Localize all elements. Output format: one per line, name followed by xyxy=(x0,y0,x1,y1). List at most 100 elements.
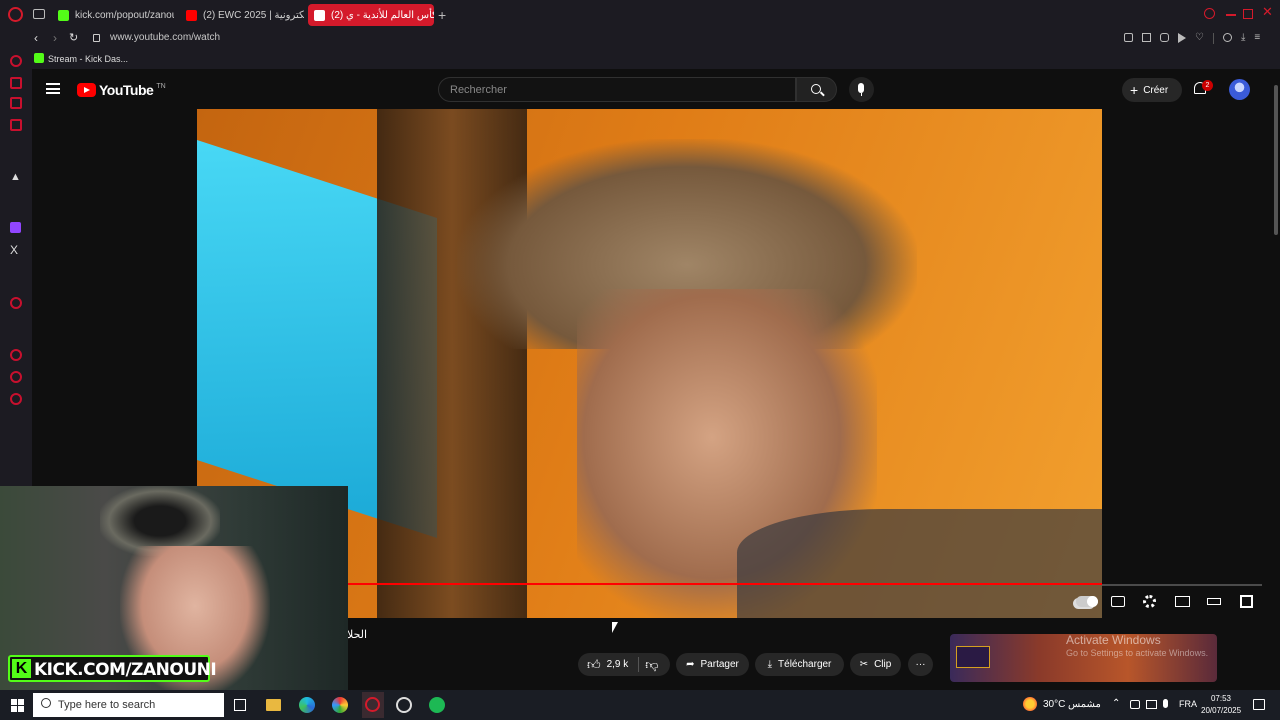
tab-youtube-ewc[interactable]: (2) EWC 2025 | الإلكترونية xyxy=(180,4,304,26)
play-icon[interactable] xyxy=(1178,33,1186,43)
tab-label: kick.com/popout/zanouni xyxy=(75,9,174,21)
notification-center-icon[interactable] xyxy=(1253,699,1265,710)
search-placeholder: Rechercher xyxy=(450,84,507,96)
sidebar-cube-icon[interactable] xyxy=(10,371,22,383)
youtube-favicon-icon xyxy=(314,9,325,21)
weather-condition[interactable]: مشمس xyxy=(1068,699,1101,710)
create-button[interactable]: + Créer xyxy=(1122,78,1182,102)
tab-youtube-active[interactable]: (2) كأس العالم للأندية - ي... xyxy=(308,4,434,26)
windows-start-icon[interactable] xyxy=(11,699,24,712)
miniplayer-icon[interactable] xyxy=(1175,596,1190,607)
language-indicator[interactable]: FRA xyxy=(1179,699,1197,709)
reload-icon[interactable]: ↻ xyxy=(69,31,78,44)
share-button[interactable]: ➦ Partager xyxy=(676,653,749,676)
tab-kick[interactable]: kick.com/popout/zanouni xyxy=(52,4,174,26)
scrollbar-thumb[interactable] xyxy=(1274,85,1278,235)
chrome-icon[interactable] xyxy=(332,697,348,713)
back-icon[interactable]: ‹ xyxy=(34,31,38,45)
account-icon[interactable] xyxy=(1222,33,1232,42)
opera-logo-icon[interactable] xyxy=(8,7,23,22)
sidebar-settings-icon[interactable] xyxy=(10,393,22,405)
captions-icon[interactable] xyxy=(1111,596,1125,607)
sidebar-twitch-icon[interactable] xyxy=(10,222,21,233)
youtube-play-icon xyxy=(77,83,96,97)
clock[interactable]: 07:53 20/07/2025 xyxy=(1201,693,1241,717)
thumbs-up-icon[interactable]: 👍︎ xyxy=(587,657,601,673)
activate-windows-subtitle: Go to Settings to activate Windows. xyxy=(1066,648,1209,658)
game-logo xyxy=(956,646,990,668)
microphone-icon xyxy=(858,83,864,93)
clip-button[interactable]: ✂ Clip xyxy=(850,653,901,676)
thumbs-down-icon[interactable]: 👎︎ xyxy=(645,657,658,673)
kick-banner: K KICK.COM/ZANOUNI xyxy=(8,655,217,682)
share-icon: ➦ xyxy=(686,659,695,670)
kick-bookmark-icon xyxy=(34,53,44,63)
heart-icon[interactable]: ♡ xyxy=(1195,33,1204,44)
bookmark-item[interactable]: Stream - Kick Das... xyxy=(48,54,128,64)
create-label: Créer xyxy=(1143,84,1169,96)
onedrive-icon[interactable] xyxy=(1130,700,1140,709)
settings-gear-icon[interactable] xyxy=(1143,595,1156,608)
sidebar-wallet-icon[interactable] xyxy=(10,77,22,89)
sidebar-messenger-icon[interactable] xyxy=(10,97,22,109)
network-icon[interactable] xyxy=(1146,700,1157,709)
tray-chevron-icon[interactable]: ⌃ xyxy=(1112,698,1120,709)
clip-label: Clip xyxy=(874,659,892,670)
taskbar-search-input[interactable]: Type here to search xyxy=(33,693,224,717)
edge-icon[interactable] xyxy=(299,697,315,713)
fullscreen-icon[interactable] xyxy=(1240,595,1253,608)
like-dislike-group: 👍︎ 2,9 k 👎︎ xyxy=(578,653,670,676)
search-button[interactable] xyxy=(796,77,837,102)
browser-tab-bar: kick.com/popout/zanouni (2) EWC 2025 | ا… xyxy=(0,0,1280,29)
weather-sun-icon[interactable] xyxy=(1023,697,1037,711)
progress-bar[interactable] xyxy=(348,583,1102,585)
download-button[interactable]: ⤓ Télécharger xyxy=(755,653,844,676)
menu-icon[interactable]: ≡ xyxy=(1254,33,1260,44)
sidebar-clock-icon[interactable] xyxy=(10,349,22,361)
maximize-icon[interactable] xyxy=(1243,9,1253,19)
close-window-icon[interactable]: ✕ xyxy=(1262,4,1273,20)
sidebar-player-icon[interactable] xyxy=(10,119,22,131)
shield-icon[interactable] xyxy=(1160,33,1169,42)
buffer-track xyxy=(1102,584,1262,586)
pin-icon[interactable] xyxy=(1124,33,1133,42)
download-icon[interactable]: ⤓ xyxy=(1241,33,1245,44)
taskbar-search-placeholder: Type here to search xyxy=(58,699,156,711)
kick-url: KICK.COM/ZANOUNI xyxy=(34,660,217,680)
opera-taskbar-active[interactable] xyxy=(362,692,384,718)
sidebar-history-icon[interactable] xyxy=(10,55,22,67)
search-input[interactable]: Rechercher xyxy=(438,77,796,102)
obs-icon[interactable] xyxy=(396,697,412,713)
forward-icon[interactable]: › xyxy=(53,31,57,45)
sidebar-video-icon[interactable] xyxy=(10,297,22,309)
new-tab-button[interactable]: + xyxy=(438,7,446,23)
sidebar-x-icon[interactable]: X xyxy=(10,243,18,257)
url-text[interactable]: www.youtube.com/watch xyxy=(110,32,220,43)
minimize-icon[interactable] xyxy=(1226,14,1236,16)
voice-search-button[interactable] xyxy=(849,77,874,102)
microphone-icon[interactable] xyxy=(1163,699,1168,708)
avatar[interactable] xyxy=(1229,79,1250,100)
divider xyxy=(1212,33,1214,44)
sidebar-aria-icon[interactable]: ▲ xyxy=(10,171,21,183)
theater-mode-icon[interactable] xyxy=(1207,598,1221,605)
page-scrollbar[interactable] xyxy=(1272,69,1280,690)
snapshot-icon[interactable] xyxy=(1142,33,1151,42)
weather-temp[interactable]: 30°C xyxy=(1043,699,1065,710)
youtube-logo[interactable]: YouTube TN xyxy=(77,82,166,98)
youtube-header: YouTube TN Rechercher + Créer 2 xyxy=(32,69,1280,109)
like-count[interactable]: 2,9 k xyxy=(607,659,629,670)
download-label: Télécharger xyxy=(778,659,832,670)
tab-menu-icon[interactable] xyxy=(33,9,45,19)
tab-label: (2) EWC 2025 | الإلكترونية xyxy=(203,9,304,21)
autoplay-toggle[interactable] xyxy=(1076,596,1098,607)
progress-played xyxy=(348,583,1102,585)
spotify-icon[interactable] xyxy=(429,697,445,713)
task-view-icon[interactable] xyxy=(234,699,246,711)
hamburger-menu-icon[interactable] xyxy=(46,83,60,94)
search-tabs-icon[interactable] xyxy=(1204,8,1215,19)
file-explorer-icon[interactable] xyxy=(266,699,281,711)
more-actions-button[interactable]: ··· xyxy=(908,653,933,676)
kick-logo-icon: K xyxy=(12,659,31,678)
plus-icon: + xyxy=(1130,82,1139,98)
